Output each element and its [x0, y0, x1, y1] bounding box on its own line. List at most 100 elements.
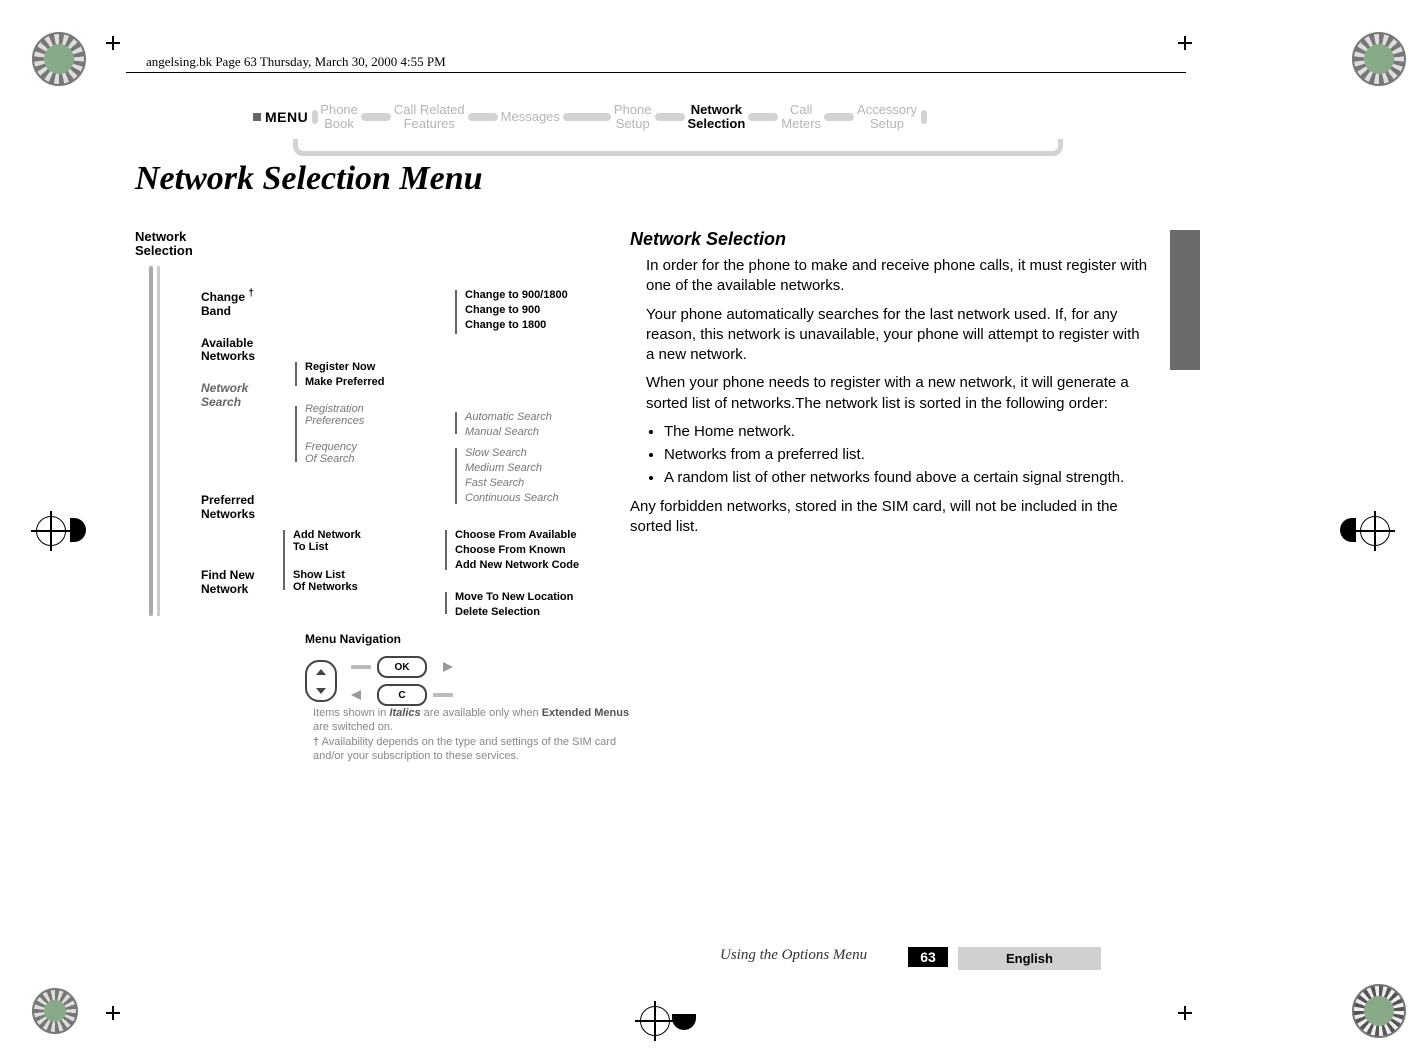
halfmoon-icon	[70, 518, 86, 542]
menu-tree-diagram: NetworkSelection Change † Band Available…	[135, 230, 595, 860]
connector-icon	[748, 113, 778, 121]
tree-root-label: NetworkSelection	[135, 230, 193, 259]
tree-leaf: Change to 900/1800	[465, 289, 568, 301]
menu-item-call-related: Call RelatedFeatures	[394, 103, 465, 130]
connector-icon	[655, 113, 685, 121]
tree-line	[157, 266, 160, 616]
connector-icon	[433, 693, 453, 697]
crop-mark-icon	[106, 36, 120, 50]
tree-line	[455, 412, 457, 434]
body-paragraph: In order for the phone to make and recei…	[646, 256, 1150, 297]
thumb-tab	[1170, 230, 1200, 370]
crop-mark-icon	[1178, 1006, 1192, 1020]
triangle-up-icon	[316, 669, 326, 675]
page: angelsing.bk Page 63 Thursday, March 30,…	[0, 0, 1428, 1061]
tree-item-available-networks: AvailableNetworks	[201, 337, 255, 365]
list-item: A random list of other networks found ab…	[664, 468, 1150, 488]
registration-rosette	[1352, 984, 1406, 1038]
tree-leaf: Medium Search	[465, 462, 559, 474]
arrow-right-icon	[433, 662, 453, 672]
tree-leaf: Change to 900	[465, 304, 568, 316]
connector-icon	[351, 665, 371, 669]
menu-item-messages: Messages	[501, 110, 560, 124]
body-text: Network Selection In order for the phone…	[630, 230, 1150, 545]
tree-item-network-search: NetworkSearch	[201, 382, 255, 410]
arrow-left-icon	[351, 690, 371, 700]
nav-buttons: OK C	[305, 656, 453, 706]
registration-rosette	[32, 32, 86, 86]
tree-line	[455, 290, 457, 334]
menu-underline	[293, 139, 1063, 156]
registration-cross-icon	[1360, 516, 1390, 546]
crop-mark-icon	[106, 1006, 120, 1020]
crop-mark-icon	[1178, 36, 1192, 50]
ok-button-icon: OK	[377, 656, 427, 678]
tree-leaf: Continuous Search	[465, 492, 559, 504]
body-paragraph: Your phone automatically searches for th…	[646, 305, 1150, 366]
tree-leaf: Automatic Search	[465, 411, 552, 423]
tree-item-change-band: Change † Band	[201, 288, 255, 319]
menu-bullet-icon	[253, 113, 261, 121]
tree-leaf: Choose From Available	[455, 529, 579, 541]
menu-label: MENU	[265, 109, 308, 125]
tree-leaf: Delete Selection	[455, 606, 573, 618]
halfmoon-icon	[1340, 518, 1356, 542]
tree-node: Show ListOf Networks	[293, 569, 361, 593]
connector-icon	[468, 113, 498, 121]
tree-line	[283, 530, 285, 590]
tree-item-preferred-networks: PreferredNetworks	[201, 494, 255, 522]
tree-line	[295, 406, 297, 462]
tree-leaf: Change to 1800	[465, 319, 568, 331]
tree-line	[445, 530, 447, 570]
tree-leaf: Move To New Location	[455, 591, 573, 603]
section-heading: Network Selection	[630, 230, 1150, 248]
tree-leaf: Fast Search	[465, 477, 559, 489]
tree-line	[149, 266, 153, 616]
body-paragraph: Any forbidden networks, stored in the SI…	[630, 497, 1150, 538]
page-title: Network Selection Menu	[135, 162, 483, 196]
list-item: Networks from a preferred list.	[664, 445, 1150, 465]
diagram-footnote: Items shown in Italics are available onl…	[313, 706, 633, 763]
registration-rosette	[32, 988, 78, 1034]
menu-item-network-selection: NetworkSelection	[688, 103, 746, 130]
tree-line	[445, 592, 447, 614]
tree-leaf: Make Preferred	[305, 376, 385, 388]
tree-node: Add NetworkTo List	[293, 529, 361, 553]
connector-icon	[824, 113, 854, 121]
tree-leaf: Choose From Known	[455, 544, 579, 556]
tree-leaf: Add New Network Code	[455, 559, 579, 571]
connector-icon	[312, 110, 318, 124]
menu-breadcrumb: MENU PhoneBook Call RelatedFeatures Mess…	[253, 97, 1063, 161]
tree-leaf: Register Now	[305, 361, 385, 373]
footer-language: English	[958, 947, 1101, 970]
tree-node: FrequencyOf Search	[305, 441, 364, 465]
tree-leaf: Slow Search	[465, 447, 559, 459]
menu-navigation-label: Menu Navigation	[305, 632, 401, 646]
registration-cross-icon	[640, 1006, 670, 1036]
running-head: angelsing.bk Page 63 Thursday, March 30,…	[146, 55, 446, 69]
header-rule	[126, 72, 1186, 73]
body-bullet-list: The Home network. Networks from a prefer…	[646, 422, 1150, 489]
registration-cross-icon	[36, 516, 66, 546]
tree-node: RegistrationPreferences	[305, 403, 364, 427]
menu-item-phone-book: PhoneBook	[320, 103, 358, 130]
triangle-down-icon	[316, 688, 326, 694]
menu-item-call-meters: CallMeters	[781, 103, 821, 130]
list-item: The Home network.	[664, 422, 1150, 442]
tree-line	[455, 448, 457, 504]
connector-icon	[563, 113, 611, 121]
connector-icon	[361, 113, 391, 121]
halfmoon-icon	[672, 1014, 696, 1030]
connector-icon	[921, 110, 927, 124]
page-footer: Using the Options Menu 63 English	[0, 947, 1428, 971]
tree-line	[295, 362, 297, 386]
tree-leaf: Manual Search	[465, 426, 552, 438]
menu-item-phone-setup: PhoneSetup	[614, 103, 652, 130]
tree-item-find-new-network: Find NewNetwork	[201, 569, 255, 597]
up-down-rocker-icon	[305, 660, 337, 702]
menu-item-accessory-setup: AccessorySetup	[857, 103, 917, 130]
c-button-icon: C	[377, 684, 427, 706]
footer-section-title: Using the Options Menu	[720, 947, 867, 964]
body-paragraph: When your phone needs to register with a…	[646, 373, 1150, 414]
registration-rosette	[1352, 32, 1406, 86]
